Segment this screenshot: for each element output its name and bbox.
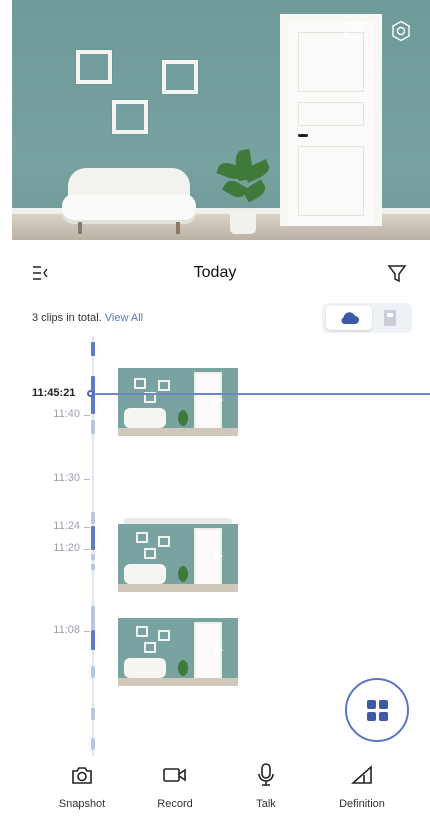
page-title: Today [193, 264, 237, 281]
recording-segment[interactable] [91, 420, 95, 434]
camera-icon [72, 767, 92, 784]
time-tick-label: 11:40 [53, 408, 80, 420]
time-tick-label: 11:08 [53, 624, 80, 636]
time-tick-label: 11:24 [53, 520, 80, 532]
play-icon [214, 644, 223, 656]
recording-segment[interactable] [91, 708, 95, 720]
video-sofa [62, 168, 196, 234]
time-tick-mark [84, 415, 90, 416]
recording-segment[interactable] [91, 512, 95, 524]
storage-source-toggle [322, 303, 412, 333]
talk-button[interactable]: Talk [226, 762, 306, 810]
time-tick-mark [84, 549, 90, 550]
time-tick-label: 11:20 [53, 542, 80, 554]
video-picture-frame [76, 50, 112, 84]
clips-count-text: 3 clips in total. [32, 312, 102, 324]
snapshot-label: Snapshot [58, 798, 106, 810]
record-label: Record [157, 798, 193, 810]
time-tick-mark [84, 631, 90, 632]
current-time-label: 11:45:21 [32, 387, 76, 399]
clip-thumbnail[interactable] [118, 618, 238, 686]
grid-view-button[interactable] [345, 678, 409, 742]
recording-segment[interactable] [91, 630, 95, 650]
time-tick-mark [84, 479, 90, 480]
definition-button[interactable]: Definition [322, 762, 402, 810]
recording-segment[interactable] [91, 606, 95, 630]
video-camera-icon [163, 768, 186, 782]
grid-icon [366, 699, 388, 721]
external-open-icon[interactable] [342, 18, 366, 42]
video-picture-frame [112, 100, 148, 134]
snapshot-button[interactable]: Snapshot [42, 762, 122, 810]
clip-thumbnail[interactable] [118, 524, 238, 592]
video-picture-frame [162, 60, 198, 94]
recording-segment[interactable] [91, 526, 95, 550]
view-all-link[interactable]: View All [105, 312, 143, 324]
time-tick-label: 11:30 [53, 472, 80, 484]
recording-segment[interactable] [91, 666, 95, 678]
play-icon [214, 394, 223, 406]
record-button[interactable]: Record [135, 762, 215, 810]
video-plant [214, 146, 272, 216]
timeline-header: Today [0, 258, 430, 294]
definition-label: Definition [339, 798, 385, 810]
time-tick-mark [84, 527, 90, 528]
bottom-toolbar: Snapshot Record Talk Definition [0, 762, 430, 821]
clip-thumbnail[interactable] [118, 368, 238, 436]
current-time-handle[interactable] [87, 390, 94, 397]
recording-segment[interactable] [91, 738, 95, 750]
sd-card-storage-option[interactable] [372, 306, 408, 330]
recording-segment[interactable] [91, 342, 95, 356]
microphone-icon [258, 763, 274, 786]
current-time-indicator [90, 393, 430, 395]
play-icon [214, 550, 223, 562]
talk-label: Talk [256, 798, 276, 810]
filter-icon[interactable] [386, 262, 408, 289]
recording-segment[interactable] [91, 564, 95, 570]
live-video-view[interactable] [12, 0, 430, 240]
sd-card-icon [384, 310, 396, 326]
cloud-storage-option[interactable] [326, 306, 372, 330]
signal-definition-icon [351, 765, 372, 784]
cloud-icon [341, 312, 359, 324]
settings-icon[interactable] [388, 18, 414, 44]
clips-summary: 3 clips in total. View All [32, 312, 143, 324]
video-door [288, 22, 374, 226]
recording-segment[interactable] [91, 554, 95, 560]
video-plant-pot [230, 212, 256, 234]
